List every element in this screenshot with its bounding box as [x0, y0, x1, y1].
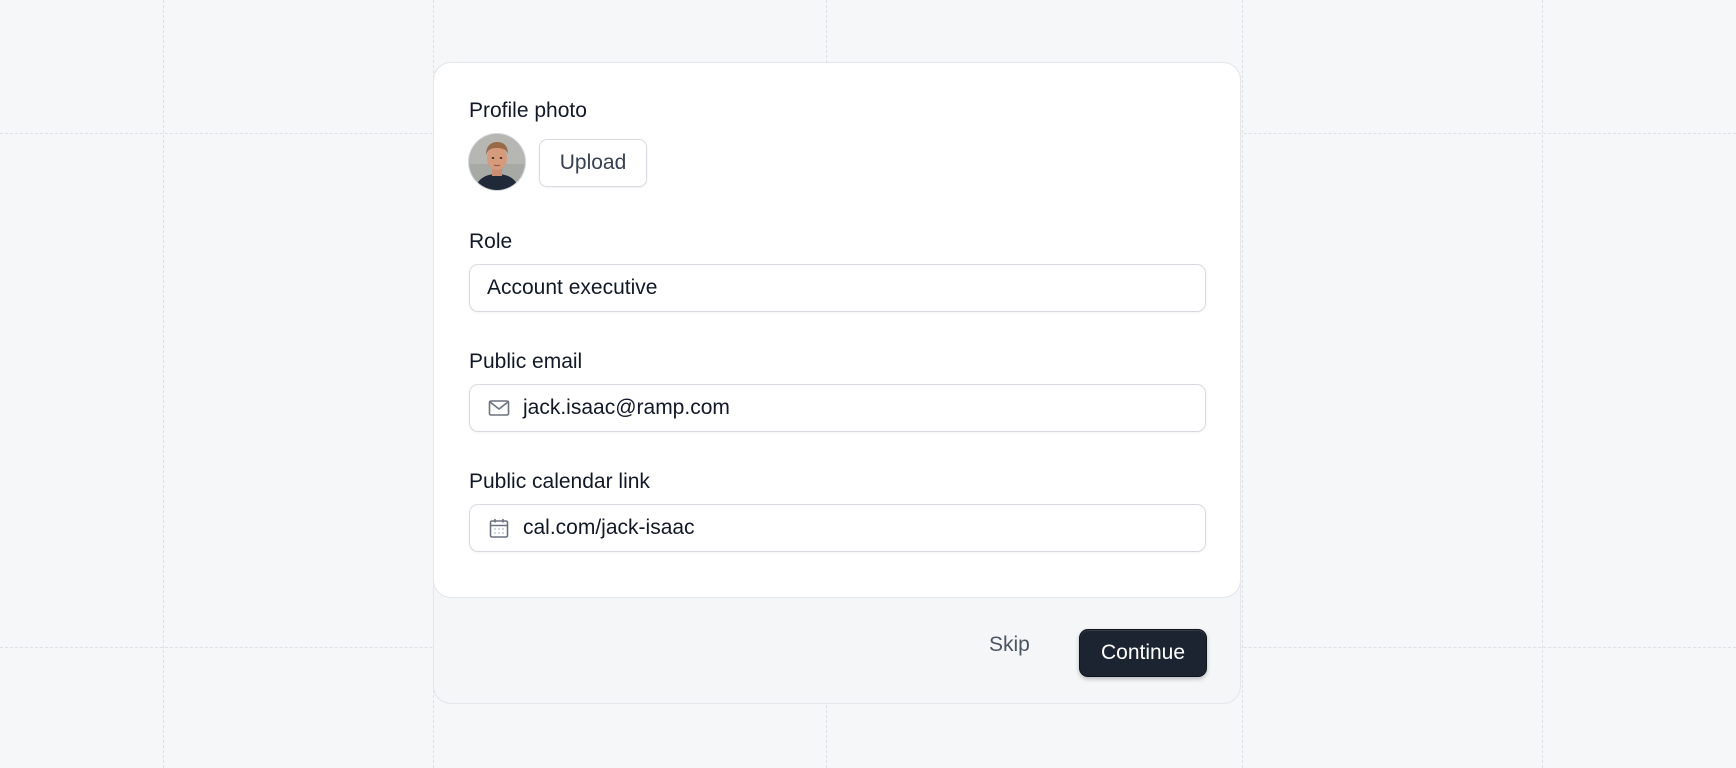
public-calendar-link-input[interactable]: cal.com/jack-isaac	[469, 504, 1206, 552]
skip-button[interactable]: Skip	[989, 633, 1030, 657]
avatar	[469, 134, 525, 190]
public-calendar-link-value: cal.com/jack-isaac	[523, 516, 695, 539]
profile-form-card: Profile photo Upload Role Account execut…	[433, 62, 1241, 598]
role-input[interactable]: Account executive	[469, 264, 1206, 312]
public-calendar-link-label: Public calendar link	[469, 470, 650, 493]
role-label: Role	[469, 230, 513, 253]
avatar-photo	[469, 134, 525, 190]
onboarding-panel: Profile photo Upload Role Account execut…	[433, 62, 1241, 704]
profile-photo-label: Profile photo	[469, 99, 587, 122]
public-email-label: Public email	[469, 350, 583, 373]
continue-button[interactable]: Continue	[1079, 629, 1207, 677]
calendar-icon	[487, 516, 511, 540]
role-input-value: Account executive	[487, 276, 658, 299]
public-email-value: jack.isaac@ramp.com	[523, 396, 730, 419]
background-grid-line	[163, 0, 164, 768]
public-email-input[interactable]: jack.isaac@ramp.com	[469, 384, 1206, 432]
background-grid-line	[1542, 0, 1543, 768]
background-grid-line	[1242, 0, 1243, 768]
mail-icon	[487, 396, 511, 420]
upload-photo-button[interactable]: Upload	[539, 139, 647, 187]
